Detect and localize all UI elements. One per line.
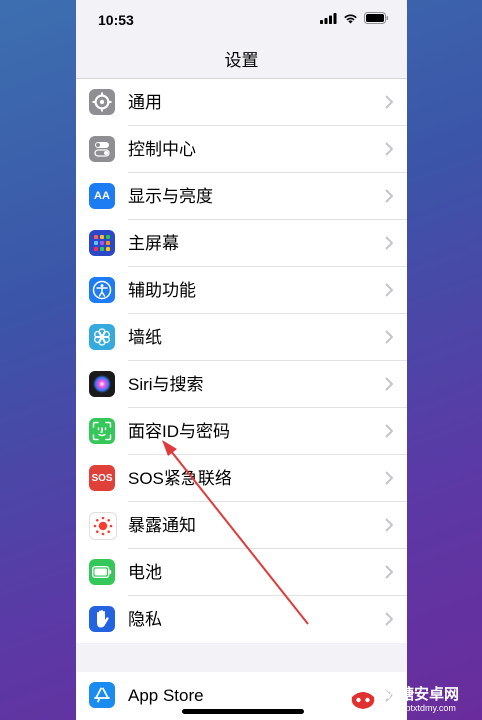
settings-row-label: 面容ID与密码	[128, 422, 230, 441]
settings-row-battery[interactable]: 电池	[76, 549, 407, 596]
settings-row-display[interactable]: AA 显示与亮度	[76, 173, 407, 220]
wifi-icon	[344, 13, 357, 23]
settings-row-label: 隐私	[128, 610, 162, 629]
toggles-icon	[89, 136, 115, 162]
chevron-right-icon	[385, 330, 393, 344]
flower-icon	[89, 324, 115, 350]
settings-row-control-center[interactable]: 控制中心	[76, 126, 407, 173]
chevron-right-icon	[385, 189, 393, 203]
battery-icon	[89, 559, 115, 585]
home-indicator[interactable]	[182, 709, 304, 714]
settings-row-accessibility[interactable]: 辅助功能	[76, 267, 407, 314]
chevron-right-icon	[385, 95, 393, 109]
chevron-right-icon	[385, 612, 393, 626]
chevron-right-icon	[385, 424, 393, 438]
signal-icon	[320, 12, 337, 24]
chevron-right-icon	[385, 236, 393, 250]
settings-row-wallpaper[interactable]: 墙纸	[76, 314, 407, 361]
hand-icon	[89, 606, 115, 632]
exposure-icon	[89, 512, 117, 540]
settings-row-label: Siri与搜索	[128, 375, 204, 394]
watermark-url: www.btxtdmy.com	[384, 703, 456, 713]
chevron-right-icon	[385, 377, 393, 391]
settings-screen: 10:53 设置 通用 控制中心 AA 显示与亮度 主屏幕 辅助功能 墙纸 Si…	[76, 0, 407, 720]
settings-row-label: 墙纸	[128, 328, 162, 347]
status-bar: 10:53	[76, 0, 407, 36]
settings-row-label: 电池	[128, 563, 162, 582]
settings-row-face-id[interactable]: 面容ID与密码	[76, 408, 407, 455]
accessibility-icon	[89, 277, 115, 303]
chevron-right-icon	[385, 565, 393, 579]
watermark: 冰糖安卓网 www.btxtdmy.com	[344, 682, 476, 716]
chevron-right-icon	[385, 518, 393, 532]
battery-status-icon	[364, 12, 389, 24]
status-time: 10:53	[98, 12, 134, 28]
watermark-title: 冰糖安卓网	[384, 686, 460, 703]
settings-row-exposure[interactable]: 暴露通知	[76, 502, 407, 549]
settings-row-label: 主屏幕	[128, 234, 179, 253]
text-size-icon: AA	[89, 183, 115, 209]
settings-list: 通用 控制中心 AA 显示与亮度 主屏幕 辅助功能 墙纸 Siri与搜索 面容I…	[76, 79, 407, 643]
settings-row-privacy[interactable]: 隐私	[76, 596, 407, 643]
text-size-glyph: AA	[94, 190, 110, 202]
app-grid-icon	[89, 230, 115, 256]
settings-row-emergency-sos[interactable]: SOS SOS紧急联络	[76, 455, 407, 502]
status-icons	[320, 12, 389, 24]
settings-row-label: 暴露通知	[128, 516, 196, 535]
chevron-right-icon	[385, 142, 393, 156]
watermark-logo-icon	[347, 683, 379, 715]
sos-icon: SOS	[89, 465, 115, 491]
settings-row-label: 辅助功能	[128, 281, 196, 300]
chevron-right-icon	[385, 471, 393, 485]
siri-icon	[89, 371, 115, 397]
settings-row-general[interactable]: 通用	[76, 79, 407, 126]
page-title: 设置	[224, 51, 259, 70]
gear-icon	[89, 89, 115, 115]
settings-row-label: 控制中心	[128, 140, 196, 159]
sos-glyph: SOS	[91, 472, 113, 484]
settings-row-home-screen[interactable]: 主屏幕	[76, 220, 407, 267]
face-id-icon	[89, 418, 115, 444]
settings-row-siri[interactable]: Siri与搜索	[76, 361, 407, 408]
settings-row-label: SOS紧急联络	[128, 469, 232, 488]
settings-row-label: 显示与亮度	[128, 187, 213, 206]
app-store-icon	[89, 682, 115, 708]
settings-row-label: 通用	[128, 93, 162, 112]
chevron-right-icon	[385, 283, 393, 297]
